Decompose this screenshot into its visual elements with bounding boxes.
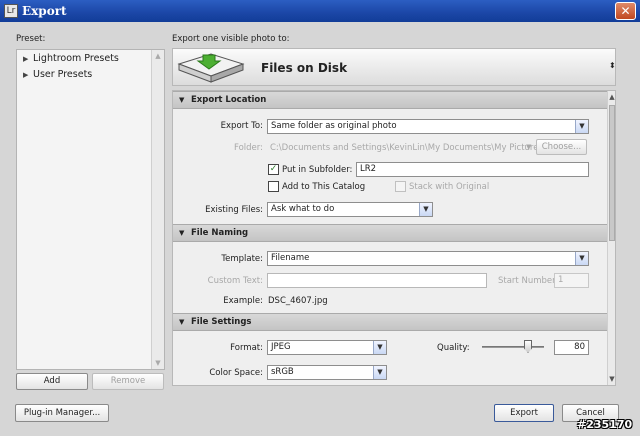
preset-folder-label: User Presets <box>33 69 93 80</box>
existing-files-dropdown[interactable]: Ask what to do ▼ <box>267 202 433 217</box>
preset-folder-user[interactable]: ▶ User Presets <box>23 69 92 80</box>
put-in-subfolder-checkbox[interactable]: ✓ <box>268 164 279 175</box>
triangle-down-icon[interactable]: ▼ <box>179 229 184 237</box>
quality-slider-thumb[interactable] <box>524 340 532 353</box>
format-label: Format: <box>230 343 263 353</box>
remove-preset-button[interactable]: Remove <box>92 373 164 390</box>
existing-files-label: Existing Files: <box>205 205 263 215</box>
format-dropdown[interactable]: JPEG ▼ <box>267 340 387 355</box>
subfolder-input[interactable]: LR2 <box>356 162 589 177</box>
image-watermark: #235170 <box>577 418 633 431</box>
folder-label: Folder: <box>234 143 263 153</box>
export-button[interactable]: Export <box>494 404 554 422</box>
section-title: File Naming <box>191 228 249 238</box>
template-value: Filename <box>271 253 310 263</box>
quality-input[interactable]: 80 <box>554 340 589 355</box>
preset-list[interactable]: ▶ Lightroom Presets ▶ User Presets ▲ ▼ <box>16 49 165 370</box>
export-to-label: Export To: <box>220 121 263 131</box>
custom-text-input[interactable] <box>267 273 487 288</box>
section-file-settings[interactable]: ▼ File Settings <box>173 313 607 331</box>
add-preset-button[interactable]: Add <box>16 373 88 390</box>
quality-label: Quality: <box>437 343 470 353</box>
lightroom-app-icon: Lr <box>4 4 18 18</box>
chevron-down-icon[interactable]: ▼ <box>526 143 531 151</box>
preset-folder-label: Lightroom Presets <box>33 53 119 64</box>
color-space-label: Color Space: <box>209 368 263 378</box>
folder-path: C:\Documents and Settings\KevinLin\My Do… <box>270 143 543 153</box>
triangle-right-icon[interactable]: ▶ <box>23 71 33 79</box>
title-bar[interactable]: Lr Export ✕ <box>0 0 640 22</box>
custom-text-label: Custom Text: <box>207 276 263 286</box>
quality-slider-track[interactable] <box>482 346 544 348</box>
put-in-subfolder-label: Put in Subfolder: <box>282 165 353 175</box>
export-dialog: Lr Export ✕ Preset: Export one visible p… <box>0 0 640 436</box>
plugin-manager-button[interactable]: Plug-in Manager... <box>15 404 109 422</box>
existing-files-value: Ask what to do <box>271 204 335 214</box>
stack-with-original-checkbox[interactable] <box>395 181 406 192</box>
section-title: Export Location <box>191 95 267 105</box>
example-filename: DSC_4607.jpg <box>268 296 328 306</box>
scroll-up-arrow-icon[interactable]: ▲ <box>152 50 164 62</box>
export-settings-panel: ▼ Export Location Export To: Same folder… <box>172 90 616 386</box>
color-space-dropdown[interactable]: sRGB ▼ <box>267 365 387 380</box>
chevron-down-icon[interactable]: ▼ <box>373 366 386 379</box>
close-button[interactable]: ✕ <box>615 2 636 20</box>
chevron-down-icon[interactable]: ▼ <box>575 120 588 133</box>
choose-folder-button[interactable]: Choose... <box>536 139 587 155</box>
color-space-value: sRGB <box>271 367 294 377</box>
chevron-down-icon[interactable]: ▼ <box>575 252 588 265</box>
settings-panel-scrollbar[interactable]: ▲ ▼ <box>607 91 615 385</box>
scroll-down-arrow-icon[interactable]: ▼ <box>152 357 164 369</box>
export-destination-selector[interactable]: Files on Disk ⬍ <box>172 48 616 86</box>
section-title: File Settings <box>191 317 252 327</box>
scroll-up-arrow-icon[interactable]: ▲ <box>608 91 615 103</box>
triangle-right-icon[interactable]: ▶ <box>23 55 33 63</box>
triangle-down-icon[interactable]: ▼ <box>179 96 184 104</box>
add-to-catalog-label: Add to This Catalog <box>282 182 366 192</box>
template-label: Template: <box>221 254 263 264</box>
window-title: Export <box>22 4 67 18</box>
destination-name: Files on Disk <box>261 61 348 75</box>
export-destination-label: Export one visible photo to: <box>172 34 290 44</box>
section-file-naming[interactable]: ▼ File Naming <box>173 224 607 242</box>
up-down-arrows-icon[interactable]: ⬍ <box>609 61 616 70</box>
stack-with-original-label: Stack with Original <box>409 182 490 192</box>
hard-disk-icon <box>177 53 245 83</box>
preset-folder-lightroom[interactable]: ▶ Lightroom Presets <box>23 53 119 64</box>
format-value: JPEG <box>271 342 291 352</box>
start-number-label: Start Number: <box>498 276 559 286</box>
chevron-down-icon[interactable]: ▼ <box>373 341 386 354</box>
example-label: Example: <box>223 296 263 306</box>
scroll-down-arrow-icon[interactable]: ▼ <box>608 373 615 385</box>
preset-label: Preset: <box>16 34 46 44</box>
start-number-input[interactable]: 1 <box>554 273 589 288</box>
triangle-down-icon[interactable]: ▼ <box>179 318 184 326</box>
scrollbar-thumb[interactable] <box>609 105 615 241</box>
chevron-down-icon[interactable]: ▼ <box>419 203 432 216</box>
export-to-value: Same folder as original photo <box>271 121 397 131</box>
add-to-catalog-checkbox[interactable] <box>268 181 279 192</box>
export-to-dropdown[interactable]: Same folder as original photo ▼ <box>267 119 589 134</box>
section-export-location[interactable]: ▼ Export Location <box>173 91 607 109</box>
template-dropdown[interactable]: Filename ▼ <box>267 251 589 266</box>
preset-list-scrollbar[interactable]: ▲ ▼ <box>151 50 164 369</box>
